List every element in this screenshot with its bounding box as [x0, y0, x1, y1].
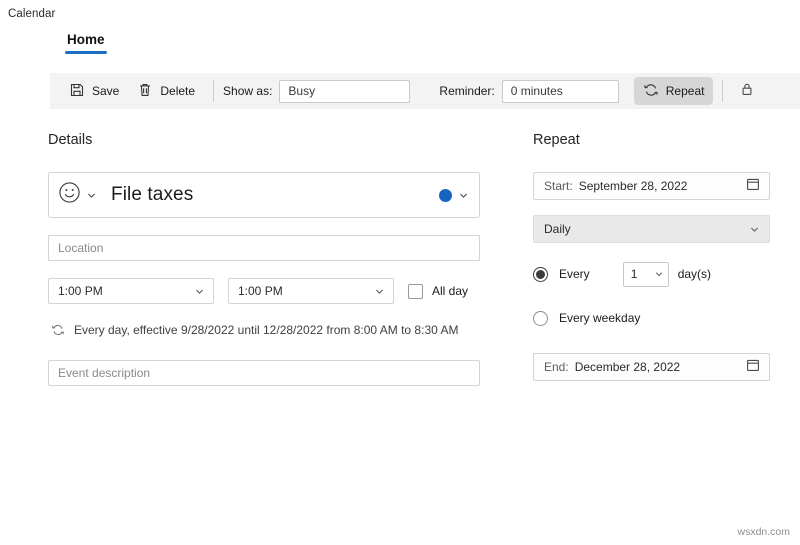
all-day-checkbox[interactable] [408, 283, 423, 299]
title-bar: Calendar [0, 0, 800, 28]
repeat-every-radio[interactable] [533, 266, 548, 282]
watermark: wsxdn.com [737, 526, 790, 538]
repeat-panel: Repeat Start: September 28, 2022 Daily E… [533, 132, 770, 381]
calendar-icon[interactable] [745, 357, 761, 378]
show-as-input[interactable]: Busy [279, 79, 411, 103]
repeat-start-date-field[interactable]: Start: September 28, 2022 [533, 172, 770, 200]
event-color-button[interactable] [439, 188, 469, 202]
reminder-value: 0 minutes [510, 84, 563, 98]
smiley-face-icon [57, 180, 82, 210]
repeat-button[interactable]: Repeat [633, 77, 714, 105]
repeat-interval-value: 1 [630, 267, 638, 281]
app-title: Calendar [8, 8, 56, 20]
chevron-down-icon [194, 286, 205, 297]
trash-icon [137, 82, 153, 101]
time-row: 1:00 PM 1:00 PM All day [48, 278, 480, 304]
repeat-end-label: End: [544, 360, 569, 374]
event-title-value: File taxes [111, 184, 194, 205]
repeat-interval-select[interactable]: 1 [622, 261, 669, 287]
color-swatch-icon [439, 188, 452, 202]
emoji-picker-button[interactable] [57, 180, 97, 210]
recurrence-summary: Every day, effective 9/28/2022 until 12/… [48, 322, 480, 342]
chevron-down-icon [458, 190, 469, 201]
repeat-circular-arrows-icon [643, 82, 659, 101]
repeat-frequency-value: Daily [544, 222, 571, 236]
save-button[interactable]: Save [60, 77, 128, 105]
save-label: Save [92, 84, 120, 98]
calendar-icon[interactable] [745, 176, 761, 197]
tab-active-indicator [64, 51, 107, 54]
repeat-end-value: December 28, 2022 [574, 360, 681, 374]
chevron-down-icon [749, 224, 760, 235]
repeat-end-date-field[interactable]: End: December 28, 2022 [533, 353, 770, 381]
details-heading: Details [48, 132, 93, 148]
event-title-field[interactable]: File taxes [48, 172, 480, 218]
tab-home[interactable]: Home [64, 32, 108, 54]
all-day-label: All day [432, 284, 469, 298]
tab-strip: Home [0, 30, 800, 62]
repeat-weekday-row[interactable]: Every weekday [533, 306, 770, 330]
repeat-weekday-radio[interactable] [533, 310, 548, 326]
chevron-down-icon [86, 190, 97, 201]
all-day-checkbox-group[interactable]: All day [408, 283, 469, 299]
event-description-input[interactable]: Event description [48, 360, 480, 386]
repeat-unit-label: day(s) [677, 267, 712, 281]
event-description-placeholder: Event description [58, 366, 151, 380]
tab-home-label: Home [67, 32, 105, 47]
reminder-label: Reminder: [439, 84, 495, 98]
ribbon-divider-4 [722, 80, 724, 102]
show-as-value: Busy [288, 84, 316, 98]
repeat-label: Repeat [665, 84, 705, 98]
repeat-start-label: Start: [544, 179, 573, 193]
location-input[interactable]: Location [48, 235, 480, 261]
repeat-every-label: Every [559, 267, 590, 281]
delete-button[interactable]: Delete [128, 77, 204, 105]
repeat-every-row[interactable]: Every 1 day(s) [533, 261, 770, 287]
show-as-label: Show as: [223, 84, 273, 98]
ribbon-divider-1 [213, 80, 215, 102]
start-time-value: 1:00 PM [58, 284, 103, 298]
ribbon-toolbar: Save Delete Show as: Busy Reminder: 0 mi… [50, 73, 800, 109]
repeat-circular-arrows-icon [51, 323, 65, 342]
delete-label: Delete [160, 84, 196, 98]
ribbon-divider-3 [626, 80, 627, 102]
private-button[interactable] [732, 77, 762, 105]
recurrence-summary-text: Every day, effective 9/28/2022 until 12/… [74, 323, 459, 337]
lock-icon [739, 81, 755, 102]
repeat-frequency-select[interactable]: Daily [533, 215, 770, 243]
ribbon-divider-2 [424, 80, 425, 102]
end-time-select[interactable]: 1:00 PM [228, 278, 394, 304]
chevron-down-icon [374, 286, 385, 297]
repeat-heading: Repeat [533, 132, 580, 148]
end-time-value: 1:00 PM [238, 284, 283, 298]
location-placeholder: Location [58, 241, 104, 255]
chevron-down-icon [654, 269, 664, 279]
start-time-select[interactable]: 1:00 PM [48, 278, 214, 304]
calendar-event-editor: Calendar Home Save Delete Show as: Busy … [0, 0, 800, 545]
details-panel: Details File taxes Location 1:00 PM 1:00… [48, 132, 480, 386]
save-floppy-icon [69, 82, 85, 101]
repeat-weekday-label: Every weekday [559, 311, 641, 325]
repeat-start-value: September 28, 2022 [578, 179, 688, 193]
reminder-input[interactable]: 0 minutes [501, 79, 619, 103]
